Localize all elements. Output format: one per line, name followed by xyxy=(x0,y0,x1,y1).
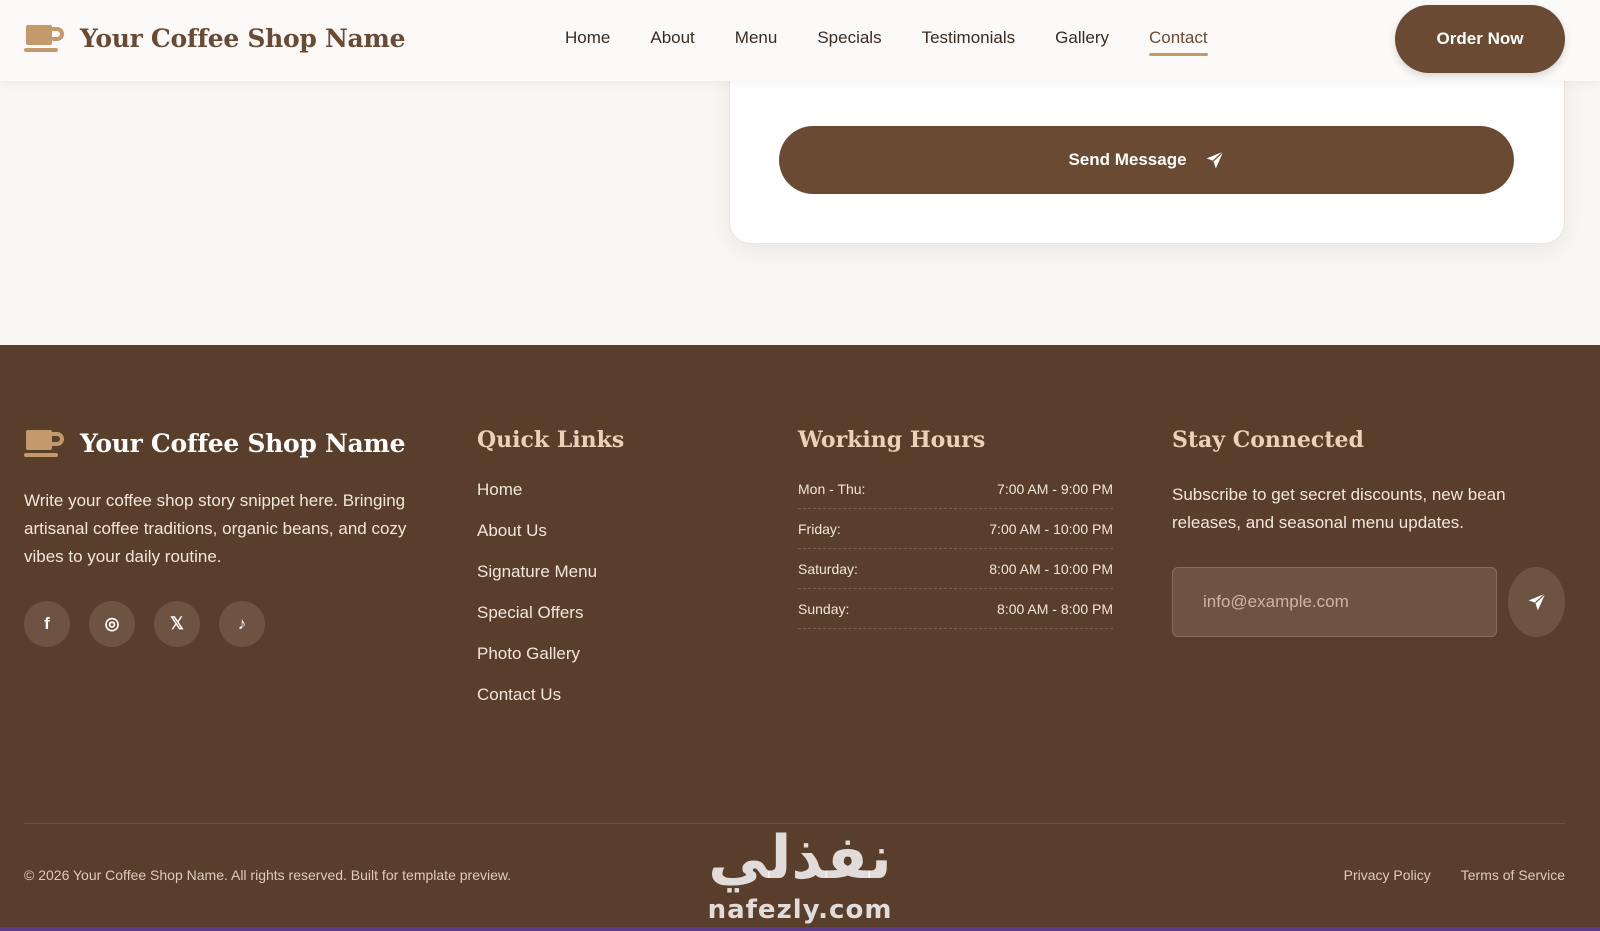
nav-specials[interactable]: Specials xyxy=(817,28,881,56)
quick-link-offers[interactable]: Special Offers xyxy=(477,603,624,623)
nav-about[interactable]: About xyxy=(650,28,694,56)
hours-row: Friday: 7:00 AM - 10:00 PM xyxy=(798,509,1113,549)
send-message-label: Send Message xyxy=(1068,150,1187,169)
quick-link-home[interactable]: Home xyxy=(477,480,624,500)
social-links: f ◎ 𝕏 ♪ xyxy=(24,601,424,647)
hours-day: Friday: xyxy=(798,521,841,537)
hours-time: 7:00 AM - 10:00 PM xyxy=(989,521,1113,537)
legal-links: Privacy Policy Terms of Service xyxy=(1314,867,1565,883)
quick-links-title: Quick Links xyxy=(477,427,625,453)
hours-row: Sunday: 8:00 AM - 8:00 PM xyxy=(798,589,1113,629)
hours-time: 7:00 AM - 9:00 PM xyxy=(997,481,1113,497)
footer-brand-column: Your Coffee Shop Name Write your coffee … xyxy=(24,427,424,647)
copyright-text: © 2026 Your Coffee Shop Name. All rights… xyxy=(24,867,512,883)
nav-testimonials[interactable]: Testimonials xyxy=(922,28,1016,56)
footer-description: Write your coffee shop story snippet her… xyxy=(24,491,407,566)
tiktok-icon[interactable]: ♪ xyxy=(219,601,265,647)
quick-link-contact[interactable]: Contact Us xyxy=(477,685,624,705)
privacy-policy-link[interactable]: Privacy Policy xyxy=(1344,867,1431,883)
hours-time: 8:00 AM - 8:00 PM xyxy=(997,601,1113,617)
quick-link-gallery[interactable]: Photo Gallery xyxy=(477,644,624,664)
subscribe-button[interactable] xyxy=(1508,567,1565,637)
nav-contact[interactable]: Contact xyxy=(1149,28,1208,56)
instagram-icon[interactable]: ◎ xyxy=(89,601,135,647)
stay-connected-column: Stay Connected Subscribe to get secret d… xyxy=(1172,427,1565,637)
facebook-icon[interactable]: f xyxy=(24,601,70,647)
quick-link-menu[interactable]: Signature Menu xyxy=(477,562,624,582)
send-message-button[interactable]: Send Message xyxy=(779,126,1514,194)
hours-row: Mon - Thu: 7:00 AM - 9:00 PM xyxy=(798,481,1113,509)
bottom-strip xyxy=(0,927,1600,931)
hours-day: Saturday: xyxy=(798,561,858,577)
brand-logo[interactable]: Your Coffee Shop Name xyxy=(24,22,406,54)
paper-plane-icon xyxy=(1206,151,1224,169)
stay-connected-description: Subscribe to get secret discounts, new b… xyxy=(1172,485,1506,532)
nav-menu[interactable]: Menu xyxy=(735,28,778,56)
hours-day: Sunday: xyxy=(798,601,850,617)
watermark-logo: نفذلي nafezly.com xyxy=(700,823,900,931)
site-footer: Your Coffee Shop Name Write your coffee … xyxy=(0,345,1600,931)
watermark-domain: nafezly.com xyxy=(707,895,893,925)
hours-day: Mon - Thu: xyxy=(798,481,866,497)
hours-time: 8:00 AM - 10:00 PM xyxy=(989,561,1113,577)
x-icon[interactable]: 𝕏 xyxy=(154,601,200,647)
working-hours-column: Working Hours Mon - Thu: 7:00 AM - 9:00 … xyxy=(798,427,1113,629)
nav-home[interactable]: Home xyxy=(565,28,610,56)
email-field[interactable] xyxy=(1172,567,1497,637)
main-nav: Home About Menu Specials Testimonials Ga… xyxy=(565,28,1248,56)
watermark-arabic: نفذلي xyxy=(708,823,892,893)
coffee-cup-icon xyxy=(24,25,64,52)
stay-connected-title: Stay Connected xyxy=(1172,427,1364,453)
brand-name: Your Coffee Shop Name xyxy=(80,23,406,53)
paper-plane-icon xyxy=(1528,593,1546,611)
working-hours-title: Working Hours xyxy=(798,427,986,453)
nav-gallery[interactable]: Gallery xyxy=(1055,28,1109,56)
quick-links-list: Home About Us Signature Menu Special Off… xyxy=(477,480,624,705)
site-header: Your Coffee Shop Name Home About Menu Sp… xyxy=(0,0,1600,81)
terms-of-service-link[interactable]: Terms of Service xyxy=(1461,867,1565,883)
hours-table: Mon - Thu: 7:00 AM - 9:00 PM Friday: 7:0… xyxy=(798,481,1113,629)
hours-row: Saturday: 8:00 AM - 10:00 PM xyxy=(798,549,1113,589)
order-now-button[interactable]: Order Now xyxy=(1395,5,1565,73)
quick-link-about[interactable]: About Us xyxy=(477,521,624,541)
quick-links-column: Quick Links Home About Us Signature Menu… xyxy=(477,427,624,726)
footer-brand-name: Your Coffee Shop Name xyxy=(80,428,406,458)
coffee-cup-icon xyxy=(24,430,64,457)
subscribe-form xyxy=(1172,567,1565,637)
footer-brand[interactable]: Your Coffee Shop Name xyxy=(24,427,424,459)
